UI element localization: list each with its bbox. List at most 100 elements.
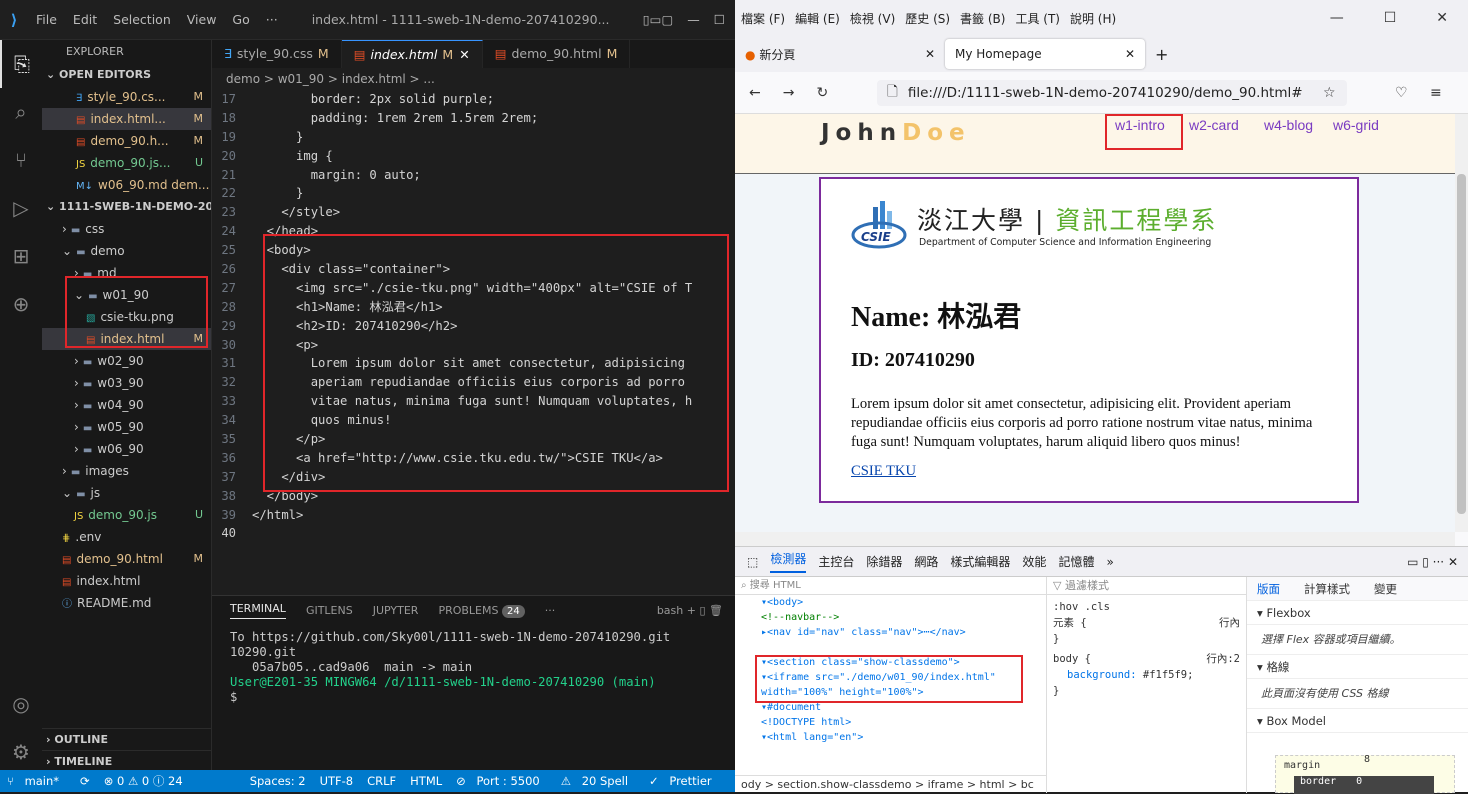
- ff-menu-item[interactable]: 檔案 (F): [741, 12, 785, 26]
- editor-tab[interactable]: ▤ index.html M ✕: [341, 40, 483, 68]
- tree-folder[interactable]: › ▬ w05_90: [42, 416, 211, 438]
- grid-section[interactable]: ▾ 格線: [1247, 655, 1468, 679]
- layout-tab[interactable]: 變更: [1374, 577, 1397, 600]
- ff-menu-item[interactable]: 編輯 (E): [795, 12, 840, 26]
- tree-file[interactable]: ▤ demo_90.html M: [42, 548, 211, 570]
- nav-w2-card[interactable]: w2-card: [1189, 117, 1239, 133]
- tree-folder[interactable]: › ▬ css: [42, 218, 211, 240]
- branch-status[interactable]: ⑂ main*: [7, 774, 66, 788]
- html-search-input[interactable]: ⌕ 搜尋 HTML: [735, 577, 1046, 595]
- devtools-tab[interactable]: 記憶體: [1058, 553, 1094, 570]
- html-node[interactable]: ▾<html lang="en">: [761, 730, 1046, 745]
- menu-item[interactable]: ···: [266, 12, 278, 27]
- outline-header[interactable]: › OUTLINE: [42, 728, 212, 750]
- panel-tab[interactable]: PROBLEMS 24: [438, 604, 525, 618]
- rule-value[interactable]: #f1f5f9;: [1143, 669, 1194, 681]
- layout-toggle-icon[interactable]: ▯▭▢: [643, 12, 674, 27]
- html-node[interactable]: ▸<nav id="nav" class="nav">⋯</nav>: [761, 625, 1046, 640]
- tree-folder[interactable]: › ▬ w03_90: [42, 372, 211, 394]
- reload-button[interactable]: ↻: [816, 85, 828, 101]
- maximize-button[interactable]: ☐: [714, 12, 725, 27]
- devtools-tab[interactable]: 檢測器: [770, 550, 807, 573]
- source-control-icon[interactable]: ⑂: [0, 136, 42, 184]
- page-horizontal-scrollbar[interactable]: [735, 532, 1455, 546]
- csie-tku-link[interactable]: CSIE TKU: [851, 463, 916, 480]
- encoding-status[interactable]: UTF-8: [320, 774, 354, 788]
- open-editor-item[interactable]: ▤ index.html... M: [42, 108, 211, 130]
- tree-file[interactable]: ⓘ README.md: [42, 592, 211, 614]
- scrollbar-thumb[interactable]: [1457, 174, 1466, 514]
- explorer-icon[interactable]: ⎘: [0, 40, 42, 88]
- menu-icon[interactable]: ≡: [1430, 85, 1442, 101]
- layout-tab[interactable]: 版面: [1257, 577, 1280, 600]
- tab-close-icon[interactable]: ✕: [459, 47, 469, 62]
- tree-folder[interactable]: › ▬ w02_90: [42, 350, 211, 372]
- settings-gear-icon[interactable]: ⚙: [0, 728, 42, 776]
- box-border-value[interactable]: 0: [1356, 776, 1362, 787]
- box-margin-value[interactable]: 8: [1364, 754, 1370, 765]
- devtools-tab[interactable]: 網路: [914, 553, 938, 570]
- ff-menu-item[interactable]: 檢視 (V): [850, 12, 895, 26]
- tab-close-icon[interactable]: ✕: [1125, 47, 1135, 61]
- breadcrumb[interactable]: demo > w01_90 > index.html > ...: [212, 68, 735, 90]
- ff-menu-item[interactable]: 書籤 (B): [960, 12, 1005, 26]
- html-breadcrumb[interactable]: ody > section.show-classdemo > iframe > …: [735, 775, 1047, 793]
- extensions-icon[interactable]: ⊞: [0, 232, 42, 280]
- pocket-icon[interactable]: ♡: [1395, 85, 1408, 101]
- ff-minimize-button[interactable]: —: [1330, 10, 1344, 26]
- nav-w4-blog[interactable]: w4-blog: [1264, 117, 1313, 133]
- open-editor-item[interactable]: ∃ style_90.cs... M: [42, 86, 211, 108]
- workspace-header[interactable]: ⌄ 1111-SWEB-1N-DEMO-20...: [42, 196, 211, 218]
- rule-property[interactable]: background:: [1067, 669, 1137, 681]
- panel-tab[interactable]: GITLENS: [306, 604, 353, 617]
- editor-tab[interactable]: ∃ style_90.css M: [212, 40, 342, 68]
- panel-tab[interactable]: JUPYTER: [373, 604, 419, 617]
- flexbox-section[interactable]: ▾ Flexbox: [1247, 601, 1468, 625]
- devtools-tab[interactable]: 主控台: [818, 553, 854, 570]
- filter-styles-input[interactable]: ▽ 過濾樣式: [1047, 577, 1246, 595]
- tree-folder[interactable]: › ▬ images: [42, 460, 211, 482]
- html-node[interactable]: [761, 640, 1046, 655]
- more-icon[interactable]: ···: [545, 604, 556, 617]
- devtools-options-icon[interactable]: ▭ ▯ ··· ✕: [1407, 555, 1458, 569]
- search-icon[interactable]: ⌕: [0, 88, 42, 136]
- menu-item[interactable]: Go: [232, 12, 249, 27]
- menu-item[interactable]: Edit: [73, 12, 97, 27]
- ff-menu-item[interactable]: 歷史 (S): [905, 12, 950, 26]
- url-bar[interactable]: 🗋 file:///D:/1111-sweb-1N-demo-207410290…: [877, 80, 1347, 106]
- ff-maximize-button[interactable]: ☐: [1384, 10, 1397, 26]
- tab-new-tab[interactable]: ● 新分頁 ✕: [735, 39, 945, 69]
- nav-w6-grid[interactable]: w6-grid: [1333, 117, 1379, 133]
- html-node[interactable]: <!--navbar-->: [761, 610, 1046, 625]
- tree-file[interactable]: JS demo_90.js U: [42, 504, 211, 526]
- account-icon[interactable]: ◎: [0, 680, 42, 728]
- devtools-tab[interactable]: 樣式編輯器: [950, 553, 1010, 570]
- indent-status[interactable]: Spaces: 2: [250, 774, 306, 788]
- more-tools-icon[interactable]: »: [1106, 555, 1113, 569]
- tree-folder[interactable]: › ▬ w06_90: [42, 438, 211, 460]
- inline-source[interactable]: 行內: [1219, 615, 1240, 631]
- bookmark-star-icon[interactable]: ☆: [1323, 85, 1336, 101]
- open-editor-item[interactable]: JS demo_90.js... U: [42, 152, 211, 174]
- terminal-output[interactable]: To https://github.com/Sky00l/1111-sweb-1…: [212, 624, 735, 711]
- tree-folder[interactable]: ⌄ ▬ demo: [42, 240, 211, 262]
- language-status[interactable]: HTML: [410, 774, 442, 788]
- menu-item[interactable]: File: [36, 12, 57, 27]
- editor-tab[interactable]: ▤ demo_90.html M: [483, 40, 631, 68]
- back-button[interactable]: ←: [749, 85, 761, 101]
- ff-menu-item[interactable]: 工具 (T): [1015, 12, 1060, 26]
- tree-folder[interactable]: ⌄ ▬ js: [42, 482, 211, 504]
- page-vertical-scrollbar[interactable]: [1455, 114, 1468, 532]
- live-share-icon[interactable]: ⊕: [0, 280, 42, 328]
- minimize-button[interactable]: —: [687, 12, 700, 27]
- tab-close-icon[interactable]: ✕: [925, 47, 935, 61]
- html-node[interactable]: ▾<body>: [761, 595, 1046, 610]
- html-node[interactable]: <!DOCTYPE html>: [761, 715, 1046, 730]
- menu-item[interactable]: View: [187, 12, 217, 27]
- tab-my-homepage[interactable]: My Homepage ✕: [945, 39, 1145, 69]
- problems-status[interactable]: ⊗ 0 ⚠ 0 ⓘ 24: [104, 773, 183, 789]
- panel-tab[interactable]: TERMINAL: [230, 602, 286, 619]
- open-editors-header[interactable]: ⌄ OPEN EDITORS: [42, 64, 211, 86]
- devtools-tab[interactable]: 效能: [1022, 553, 1046, 570]
- site-logo[interactable]: JohnDoe: [821, 120, 971, 146]
